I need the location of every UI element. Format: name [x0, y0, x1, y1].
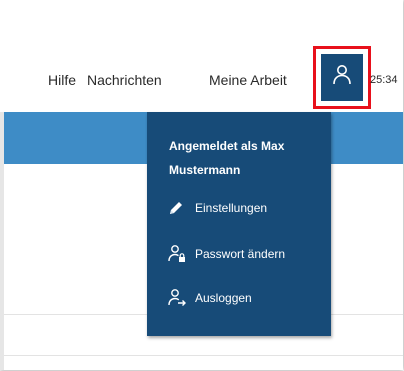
app-window: Hilfe Nachrichten Meine Arbeit 25:34 Ang…: [0, 0, 403, 370]
logged-in-as-text: Angemeldet als Max Mustermann: [169, 139, 285, 177]
menu-item-label: Ausloggen: [195, 291, 252, 305]
user-lock-icon: [167, 243, 189, 265]
content-divider: [4, 355, 403, 356]
menu-item-change-password[interactable]: Passwort ändern: [167, 243, 285, 265]
pencil-icon: [167, 197, 189, 219]
nav-item-messages[interactable]: Nachrichten: [87, 72, 162, 88]
user-button-background: [321, 54, 363, 101]
user-logout-icon: [167, 287, 189, 309]
user-icon: [331, 63, 353, 92]
menu-item-label: Einstellungen: [195, 201, 268, 215]
top-navigation: Hilfe Nachrichten Meine Arbeit 25:34: [0, 0, 403, 112]
menu-item-logout[interactable]: Ausloggen: [167, 287, 252, 309]
clock-text: 25:34: [370, 74, 398, 86]
nav-item-my-work[interactable]: Meine Arbeit: [209, 72, 287, 88]
menu-item-settings[interactable]: Einstellungen: [167, 197, 267, 219]
nav-item-help[interactable]: Hilfe: [48, 72, 76, 88]
user-menu-button[interactable]: [313, 46, 371, 109]
menu-item-label: Passwort ändern: [195, 247, 286, 261]
